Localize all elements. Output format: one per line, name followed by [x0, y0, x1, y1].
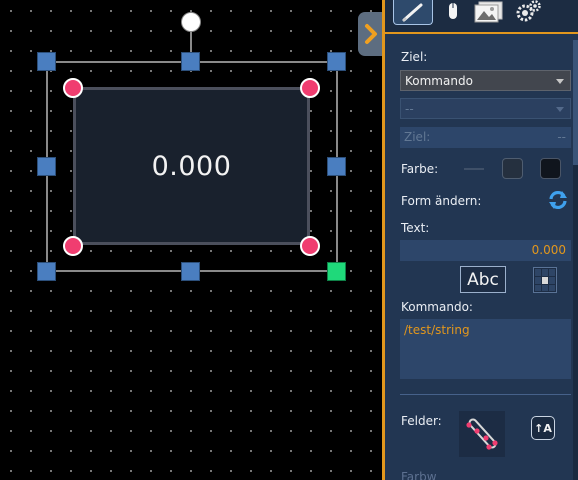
resize-handle-top-left[interactable] — [37, 52, 56, 71]
sub-target-dropdown[interactable]: -- — [400, 98, 571, 119]
refresh-icon — [549, 190, 567, 210]
widget-value-text: 0.000 — [151, 150, 232, 182]
tab-draw[interactable] — [393, 0, 433, 25]
font-style-label: Abc — [467, 269, 499, 290]
text-align-button[interactable] — [533, 267, 557, 293]
panel-toggle-button[interactable] — [358, 12, 384, 56]
selected-widget[interactable]: 0.000 — [73, 87, 310, 245]
ziel-label: Ziel: — [401, 50, 428, 64]
ziel-field-label: Ziel: — [404, 130, 431, 144]
ziel-dropdown-value: Kommando — [405, 74, 473, 88]
chevron-down-icon — [556, 107, 564, 112]
kommando-label: Kommando: — [401, 300, 473, 314]
tab-settings[interactable] — [513, 0, 543, 24]
resize-handle-bottom-left[interactable] — [37, 262, 56, 281]
line-color-swatch[interactable] — [464, 168, 484, 170]
fields-button[interactable] — [459, 411, 505, 457]
align-grid-icon — [533, 267, 557, 293]
mouse-icon — [449, 3, 457, 19]
corner-handle-bottom-left[interactable] — [63, 236, 83, 256]
text-label: Text: — [401, 221, 430, 235]
properties-panel: Ziel: Kommando -- Ziel: -- Farbe: Form ä… — [382, 0, 578, 480]
corner-handle-top-right[interactable] — [300, 78, 320, 98]
border-color-swatch[interactable] — [502, 158, 523, 179]
pencil-icon — [402, 3, 423, 22]
felder-label: Felder: — [401, 414, 442, 428]
panel-tab-bar — [385, 0, 578, 34]
resize-handle-bottom[interactable] — [181, 262, 200, 281]
image-icon — [474, 1, 503, 23]
resize-handle-top-right[interactable] — [327, 52, 346, 71]
resize-fields-icon — [466, 418, 498, 450]
fill-color-swatch[interactable] — [540, 158, 561, 179]
text-field[interactable]: 0.000 — [400, 240, 571, 261]
form-change-label: Form ändern: — [401, 194, 482, 208]
font-style-button[interactable]: Abc — [460, 266, 506, 293]
kommando-value: /test/string — [404, 323, 470, 337]
resize-handle-top[interactable] — [181, 52, 200, 71]
change-shape-button[interactable] — [547, 189, 569, 211]
kommando-textarea[interactable]: /test/string — [400, 319, 571, 379]
farbe-label: Farbe: — [401, 162, 439, 176]
ziel-dropdown[interactable]: Kommando — [400, 70, 571, 91]
panel-scrollbar-thumb[interactable] — [573, 40, 578, 165]
resize-handle-left[interactable] — [37, 157, 56, 176]
resize-handle-right[interactable] — [327, 157, 346, 176]
text-field-value: 0.000 — [531, 243, 566, 257]
text-case-button[interactable]: ↑A — [531, 416, 555, 440]
resize-handle-bottom-right[interactable] — [327, 262, 346, 281]
chevron-right-icon — [365, 24, 377, 44]
section-divider — [400, 394, 571, 395]
ziel-field-value: -- — [557, 130, 566, 144]
ziel-field[interactable]: Ziel: -- — [400, 127, 571, 148]
rotate-handle[interactable] — [181, 12, 201, 32]
text-case-label: ↑A — [534, 421, 552, 435]
gears-icon — [516, 0, 541, 22]
tab-image[interactable] — [473, 0, 505, 24]
tab-mouse[interactable] — [446, 0, 460, 22]
chevron-down-icon — [556, 79, 564, 84]
corner-handle-top-left[interactable] — [63, 78, 83, 98]
design-canvas[interactable]: 0.000 — [0, 0, 382, 480]
farbw-label: Farbw — [401, 470, 437, 480]
corner-handle-bottom-right[interactable] — [300, 236, 320, 256]
sub-target-dropdown-value: -- — [405, 102, 414, 116]
